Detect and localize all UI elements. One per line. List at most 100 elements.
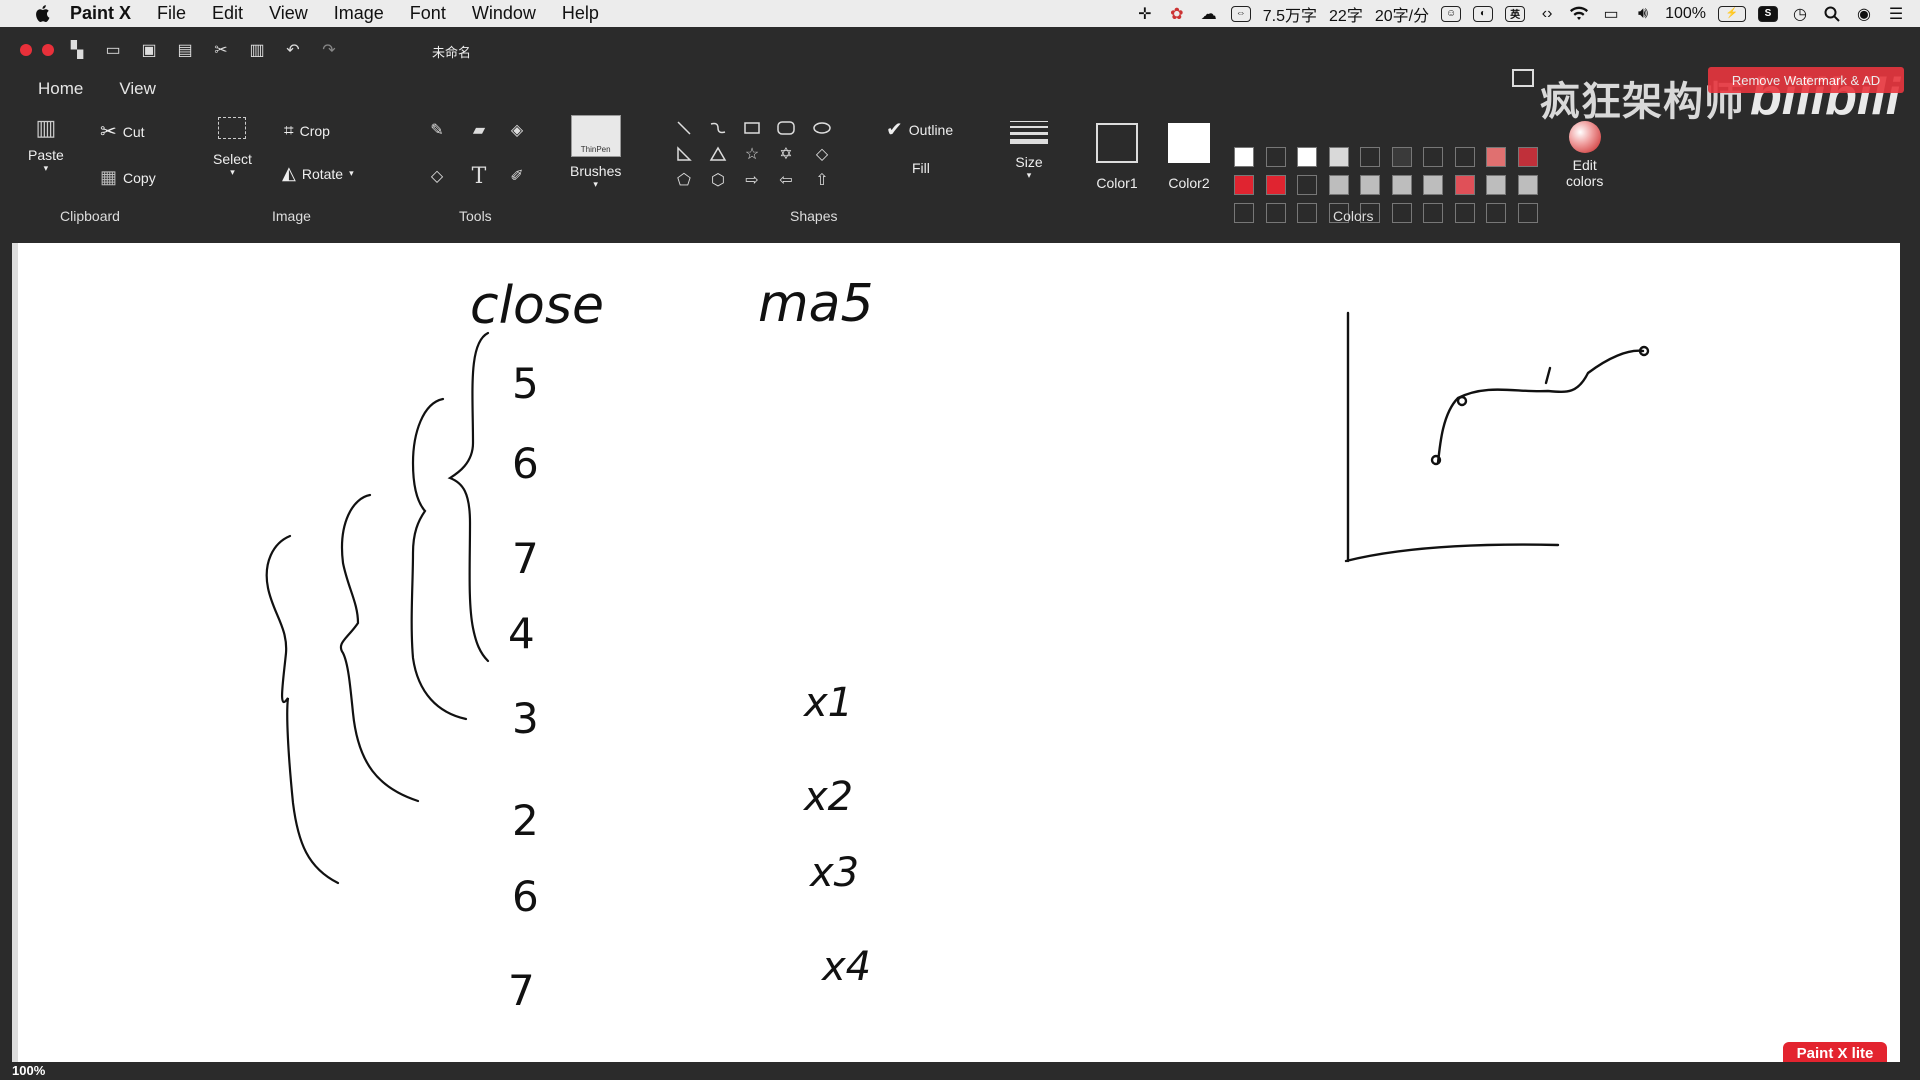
undo-icon[interactable]: ↶ xyxy=(280,38,306,62)
palette-swatch[interactable] xyxy=(1391,147,1412,167)
tab-home[interactable]: Home xyxy=(38,79,83,99)
curve-shape-icon[interactable] xyxy=(708,119,728,137)
typing-rate-status[interactable]: 20字/分 xyxy=(1375,2,1429,26)
palette-swatch[interactable] xyxy=(1328,175,1349,195)
drawing-canvas[interactable]: close ma5 5 6 7 4 3 2 6 7 x1 x2 x3 x4 xyxy=(12,243,1900,1062)
palette-swatch[interactable] xyxy=(1234,147,1254,167)
palette-swatch[interactable] xyxy=(1423,147,1443,167)
cloud-icon[interactable]: ☁ xyxy=(1199,5,1219,23)
palette-swatch[interactable] xyxy=(1234,203,1254,223)
eraser-icon[interactable]: ▰ xyxy=(468,119,490,141)
minimize-window-icon[interactable] xyxy=(42,44,54,56)
star-shape-icon[interactable]: ☆ xyxy=(742,145,762,163)
wifi-icon[interactable] xyxy=(1569,5,1589,23)
size-button[interactable]: Size ▾ xyxy=(1010,121,1048,181)
app-name-menu[interactable]: Paint X xyxy=(70,3,131,24)
paste-icon[interactable]: ▥ xyxy=(244,38,270,62)
diamond-shape-icon[interactable]: ◇ xyxy=(812,145,832,163)
palette-swatch[interactable] xyxy=(1391,175,1412,195)
spotlight-search-icon[interactable] xyxy=(1822,5,1842,23)
paste-button[interactable]: ▥ Paste ▾ xyxy=(28,115,64,174)
airplay-icon[interactable]: ▭ xyxy=(1601,5,1621,23)
hexagon-shape-icon[interactable]: ⬡ xyxy=(708,171,728,189)
pencil-icon[interactable]: ✎ xyxy=(426,119,448,141)
apple-icon[interactable] xyxy=(28,3,56,25)
right-triangle-shape-icon[interactable] xyxy=(674,145,694,163)
screen-record-icon[interactable]: ⇔ xyxy=(1230,5,1251,22)
color2-selector[interactable]: Color2 xyxy=(1168,123,1210,191)
open-folder-icon[interactable]: ▭ xyxy=(100,38,126,62)
menu-image[interactable]: Image xyxy=(334,3,384,24)
palette-swatch[interactable] xyxy=(1454,203,1475,223)
arrow-left-shape-icon[interactable]: ⇦ xyxy=(776,171,796,189)
menu-window[interactable]: Window xyxy=(472,3,536,24)
char-count-status[interactable]: 22字 xyxy=(1329,2,1363,26)
cut-button[interactable]: ✂ Cut xyxy=(100,119,145,144)
remove-watermark-button[interactable]: Remove Watermark & AD xyxy=(1708,67,1904,93)
rounded-rectangle-shape-icon[interactable] xyxy=(776,119,796,137)
palette-swatch[interactable] xyxy=(1265,203,1286,223)
keyboard-layout-icon[interactable]: 英 xyxy=(1505,5,1526,22)
color-fill-icon[interactable]: ◇ xyxy=(426,165,448,187)
code-brackets-icon[interactable]: ‹› xyxy=(1537,5,1557,23)
color-picker-icon[interactable]: ✐ xyxy=(506,165,528,187)
select-button[interactable]: Select ▾ xyxy=(213,117,252,178)
menu-file[interactable]: File xyxy=(157,3,186,24)
notification-center-icon[interactable]: ☰ xyxy=(1886,5,1906,23)
palette-swatch[interactable] xyxy=(1454,175,1475,195)
palette-swatch[interactable] xyxy=(1265,147,1286,167)
arrow-up-shape-icon[interactable]: ⇧ xyxy=(812,171,832,189)
word-count-status[interactable]: 7.5万字 xyxy=(1263,2,1317,26)
palette-swatch[interactable] xyxy=(1391,203,1412,223)
palette-swatch[interactable] xyxy=(1328,147,1349,167)
arrow-right-shape-icon[interactable]: ⇨ xyxy=(742,171,762,189)
print-icon[interactable]: ▤ xyxy=(172,38,198,62)
tab-view[interactable]: View xyxy=(119,79,156,99)
palette-swatch[interactable] xyxy=(1360,147,1380,167)
redo-icon[interactable]: ↷ xyxy=(316,38,342,62)
palette-swatch[interactable] xyxy=(1423,175,1443,195)
input-indicator-icon[interactable]: ◐ xyxy=(1473,5,1494,22)
palette-swatch[interactable] xyxy=(1297,203,1317,223)
fill-option[interactable]: Fill xyxy=(912,160,930,176)
palette-swatch[interactable] xyxy=(1360,175,1380,195)
ellipse-shape-icon[interactable] xyxy=(812,119,832,137)
palette-swatch[interactable] xyxy=(1486,203,1506,223)
window-mode-icon[interactable] xyxy=(1512,69,1534,87)
text-tool-icon[interactable]: T xyxy=(468,164,490,189)
outline-option[interactable]: ✔ Outline xyxy=(886,117,953,142)
battery-icon[interactable]: ⚡ xyxy=(1718,5,1746,22)
user-avatar-icon[interactable]: ◉ xyxy=(1854,5,1874,23)
rotate-button[interactable]: ◭ Rotate ▾ xyxy=(282,163,354,184)
menu-view[interactable]: View xyxy=(269,3,308,24)
move-cross-icon[interactable]: ✛ xyxy=(1135,5,1155,23)
hexagram-shape-icon[interactable]: ✡ xyxy=(776,145,796,163)
palette-swatch[interactable] xyxy=(1517,175,1538,195)
color-wheel-icon[interactable]: ✿ xyxy=(1167,5,1187,23)
menu-edit[interactable]: Edit xyxy=(212,3,243,24)
new-file-icon[interactable]: ▚ xyxy=(64,38,90,62)
volume-icon[interactable]: 🔊︎ xyxy=(1633,5,1653,23)
palette-swatch[interactable] xyxy=(1297,175,1317,195)
edit-colors-button[interactable]: Edit colors xyxy=(1566,121,1603,189)
line-shape-icon[interactable] xyxy=(674,119,694,137)
palette-swatch[interactable] xyxy=(1297,147,1317,167)
close-window-icon[interactable] xyxy=(20,44,32,56)
palette-swatch[interactable] xyxy=(1486,147,1506,167)
palette-swatch[interactable] xyxy=(1423,203,1443,223)
app-indicator-icon[interactable]: ☺ xyxy=(1441,5,1462,22)
palette-swatch[interactable] xyxy=(1265,175,1286,195)
rectangle-shape-icon[interactable] xyxy=(742,119,762,137)
zoom-level[interactable]: 100% xyxy=(12,1063,45,1078)
triangle-shape-icon[interactable] xyxy=(708,145,728,163)
palette-swatch[interactable] xyxy=(1517,147,1538,167)
menu-help[interactable]: Help xyxy=(562,3,599,24)
palette-swatch[interactable] xyxy=(1454,147,1475,167)
save-icon[interactable]: ▣ xyxy=(136,38,162,62)
menu-font[interactable]: Font xyxy=(410,3,446,24)
crop-button[interactable]: ⌗ Crop xyxy=(284,121,330,141)
paint-x-lite-badge[interactable]: Paint X lite xyxy=(1783,1042,1887,1064)
palette-swatch[interactable] xyxy=(1517,203,1538,223)
script-icon[interactable]: S xyxy=(1758,5,1778,22)
cut-icon[interactable]: ✂ xyxy=(208,38,234,62)
